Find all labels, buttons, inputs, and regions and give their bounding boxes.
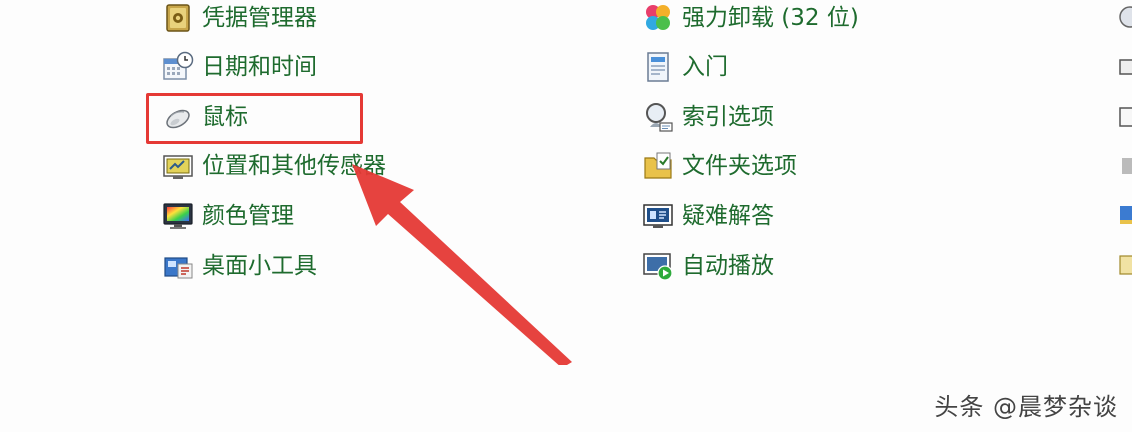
item-label: 入门 [682, 54, 728, 80]
folder-options-link[interactable]: 文件夹选项 [642, 146, 797, 186]
mouse-icon [162, 101, 194, 133]
mouse-link[interactable]: 鼠标 [162, 97, 248, 137]
item-label: 颜色管理 [202, 203, 294, 229]
cropped-item-icon [1112, 2, 1132, 32]
item-label: 位置和其他传感器 [202, 153, 386, 179]
credential-manager-link[interactable]: 凭据管理器 [162, 0, 317, 38]
item-label: 疑难解答 [682, 203, 774, 229]
cropped-item-icon [1112, 200, 1132, 230]
getting-started-icon [642, 51, 674, 83]
cropped-item-icon [1112, 52, 1132, 82]
item-label: 强力卸载 (32 位) [682, 5, 859, 31]
calendar-clock-icon [162, 51, 194, 83]
troubleshooting-icon [642, 200, 674, 232]
desktop-gadgets-icon [162, 250, 194, 282]
color-management-link[interactable]: 颜色管理 [162, 196, 294, 236]
color-monitor-icon [162, 200, 194, 232]
item-label: 桌面小工具 [202, 253, 317, 279]
indexing-search-icon [642, 101, 674, 133]
desktop-gadgets-link[interactable]: 桌面小工具 [162, 246, 317, 286]
item-label: 文件夹选项 [682, 153, 797, 179]
location-sensors-link[interactable]: 位置和其他传感器 [162, 146, 386, 186]
item-label: 凭据管理器 [202, 5, 317, 31]
item-label: 索引选项 [682, 104, 774, 130]
clover-uninstall-icon [642, 2, 674, 34]
control-panel-all-items: 凭据管理器 日期和时间 鼠标 位置和其他传感器 颜色管理 桌面小工具 强力卸载 … [0, 0, 1132, 432]
autoplay-link[interactable]: 自动播放 [642, 246, 774, 286]
date-time-link[interactable]: 日期和时间 [162, 47, 317, 87]
folder-options-icon [642, 150, 674, 182]
uninstall-tool-link[interactable]: 强力卸载 (32 位) [642, 0, 859, 38]
credential-vault-icon [162, 2, 194, 34]
troubleshooting-link[interactable]: 疑难解答 [642, 196, 774, 236]
cropped-item-icon [1112, 250, 1132, 280]
autoplay-icon [642, 250, 674, 282]
cropped-third-column [1112, 0, 1132, 300]
watermark: 头条 @晨梦杂谈 [934, 393, 1118, 421]
location-sensor-icon [162, 150, 194, 182]
item-label: 鼠标 [202, 104, 248, 130]
cropped-item-icon [1112, 102, 1132, 132]
getting-started-link[interactable]: 入门 [642, 47, 728, 87]
cropped-item-icon [1112, 150, 1132, 180]
item-label: 自动播放 [682, 253, 774, 279]
item-label: 日期和时间 [202, 54, 317, 80]
indexing-options-link[interactable]: 索引选项 [642, 97, 774, 137]
